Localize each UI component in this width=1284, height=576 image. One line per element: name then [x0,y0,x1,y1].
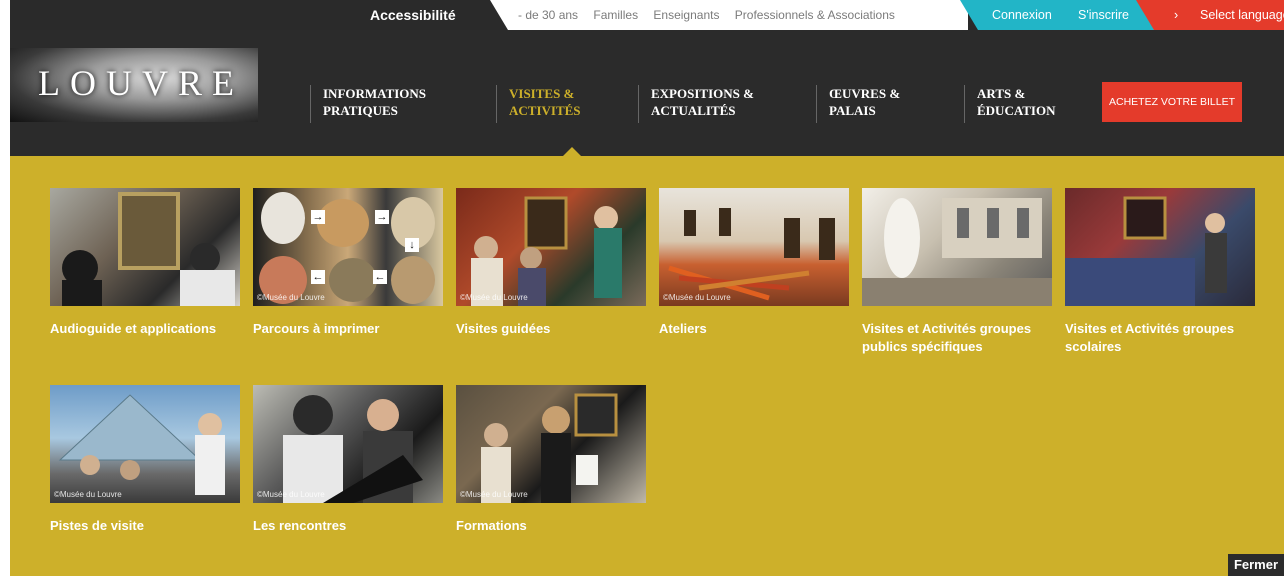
tile-label: Les rencontres [253,518,347,533]
nav-label: VISITES & ACTIVITÉS [509,86,581,118]
art-supplies-photo-icon [668,208,835,301]
training-group-photo-icon [481,393,618,503]
sketching-students-photo-icon [283,395,423,503]
tile-label: Audioguide et applications [50,321,217,336]
photo-credit: ©Musée du Louvre [54,490,122,499]
tile-image: ©Musée du Louvre [659,188,849,306]
tile-label: Pistes de visite [50,518,144,533]
active-nav-caret [562,147,582,157]
audience-links: - de 30 ans Familles Enseignants Profess… [490,0,968,30]
photo-credit: ©Musée du Louvre [257,293,325,302]
nav-visites-activites[interactable]: VISITES & ACTIVITÉS [496,85,614,123]
photo-credit: ©Musée du Louvre [460,490,528,499]
nav-informations-pratiques[interactable]: INFORMATIONS PRATIQUES [310,85,473,123]
tile-image: ©Musée du Louvre [50,385,240,503]
tile-image: ©Musée du Louvre [456,385,646,503]
audioguide-photo-icon [62,192,235,306]
tile-label: Formations [456,518,527,533]
arrow-left-icon: ← [373,270,387,284]
menu-tile-rencontres[interactable]: ©Musée du Louvre Les rencontres [253,385,443,535]
menu-tile-ateliers[interactable]: ©Musée du Louvre Ateliers [659,188,849,338]
tile-image [862,188,1052,306]
photo-credit: ©Musée du Louvre [257,490,325,499]
tile-image [50,188,240,306]
link-under-30[interactable]: - de 30 ans [518,8,578,22]
tile-image: → → ↓ ← ← ©Musée du Louvre [253,188,443,306]
language-selector[interactable]: Select language › [1136,0,1284,30]
menu-tile-formations[interactable]: ©Musée du Louvre Formations [456,385,646,535]
nav-oeuvres-palais[interactable]: ŒUVRES & PALAIS [816,85,939,123]
buy-ticket-button[interactable]: ACHETEZ VOTRE BILLET [1102,82,1242,122]
tile-label: Visites et Activités groupes publics spé… [862,321,1032,354]
accessibility-link[interactable]: Accessibilité [370,0,456,30]
arrow-down-icon: ↓ [405,238,419,252]
tile-image: ©Musée du Louvre [456,188,646,306]
close-menu-button[interactable]: Fermer [1228,554,1284,576]
arrow-right-icon: → [375,210,389,224]
tile-label: Ateliers [659,321,707,336]
arrow-right-icon: → [311,210,325,224]
menu-tile-pistes-de-visite[interactable]: ©Musée du Louvre Pistes de visite [50,385,240,535]
link-teachers[interactable]: Enseignants [653,8,719,22]
menu-tile-parcours[interactable]: → → ↓ ← ← ©Musée du Louvre Parcours à im… [253,188,443,338]
nav-label: EXPOSITIONS & ACTUALITÉS [651,86,754,118]
menu-tile-groupes-scolaires[interactable]: Visites et Activités groupes scolaires [1065,188,1255,356]
link-families[interactable]: Familles [593,8,638,22]
nav-expositions-actualites[interactable]: EXPOSITIONS & ACTUALITÉS [638,85,786,123]
nav-label: INFORMATIONS PRATIQUES [323,86,427,118]
nav-arts-education[interactable]: ARTS & ÉDUCATION [964,85,1087,123]
menu-tile-visites-guidees[interactable]: ©Musée du Louvre Visites guidées [456,188,646,338]
signup-link[interactable]: S'inscrire [1078,0,1129,30]
menu-tile-audioguide[interactable]: Audioguide et applications [50,188,240,338]
pyramid-photo-icon [58,394,225,495]
sculpture-courtyard-photo-icon [862,198,1052,306]
chevron-right-icon: › [1174,8,1179,22]
tile-image [1065,188,1255,306]
logo-text: LOUVRE [38,63,244,103]
photo-credit: ©Musée du Louvre [663,293,731,302]
tile-label: Parcours à imprimer [253,321,380,336]
tile-label: Visites et Activités groupes scolaires [1065,321,1235,354]
nav-label: ARTS & ÉDUCATION [977,86,1056,118]
guided-tour-photo-icon [471,196,622,306]
menu-tile-groupes-publics[interactable]: Visites et Activités groupes publics spé… [862,188,1052,356]
login-link[interactable]: Connexion [992,0,1052,30]
arrow-left-icon: ← [311,270,325,284]
language-label: Select language [1200,8,1284,22]
main-header: LOUVRE INFORMATIONS PRATIQUES VISITES & … [10,30,1284,157]
school-group-photo-icon [1065,196,1227,306]
link-professionals[interactable]: Professionnels & Associations [735,8,895,22]
nav-label: ŒUVRES & PALAIS [829,86,901,118]
account-links: Connexion S'inscrire [960,0,1160,30]
photo-credit: ©Musée du Louvre [460,293,528,302]
tile-label: Visites guidées [456,321,551,336]
tile-image: ©Musée du Louvre [253,385,443,503]
utility-bar: Accessibilité - de 30 ans Familles Ensei… [10,0,1284,30]
louvre-logo[interactable]: LOUVRE [10,48,258,122]
page-frame: Accessibilité - de 30 ans Familles Ensei… [10,0,1284,576]
